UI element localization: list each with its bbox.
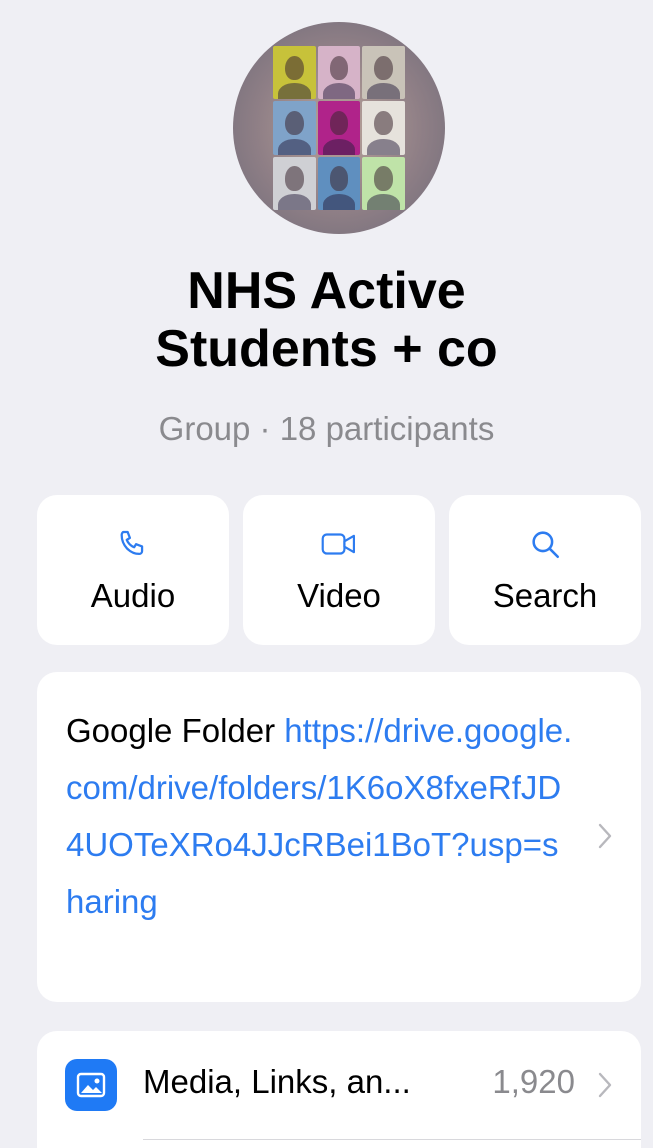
search-label: Search bbox=[492, 577, 598, 614]
group-name: NHS Active Students + co bbox=[155, 262, 498, 378]
group-description: Google Folder https://drive.google.com/d… bbox=[66, 702, 576, 930]
group-participants: Group · 18 participants bbox=[158, 410, 495, 447]
photo-icon bbox=[65, 1059, 117, 1111]
search-icon bbox=[526, 525, 564, 563]
video-call-button[interactable]: Video bbox=[243, 495, 435, 645]
audio-label: Audio bbox=[90, 577, 176, 614]
avatar-tile bbox=[362, 46, 405, 100]
chevron-right-icon bbox=[598, 823, 612, 849]
row-divider bbox=[143, 1139, 641, 1140]
avatar-tile bbox=[317, 101, 361, 155]
audio-call-button[interactable]: Audio bbox=[37, 495, 229, 645]
avatar-tile bbox=[362, 101, 405, 155]
avatar-tile bbox=[317, 156, 361, 210]
media-links-docs-row[interactable]: Media, Links, an... 1,920 bbox=[37, 1031, 641, 1139]
media-label: Media, Links, an... bbox=[143, 1063, 411, 1100]
search-button[interactable]: Search bbox=[449, 495, 641, 645]
avatar-tile bbox=[273, 46, 316, 100]
avatar-tile bbox=[317, 46, 361, 100]
avatar-tile bbox=[273, 101, 316, 155]
media-links-docs-card: Media, Links, an... 1,920 bbox=[37, 1031, 641, 1148]
video-label: Video bbox=[297, 577, 381, 614]
video-camera-icon bbox=[320, 525, 358, 563]
avatar-tile bbox=[273, 156, 316, 210]
avatar-tile bbox=[362, 156, 405, 210]
group-avatar[interactable] bbox=[233, 22, 445, 234]
group-description-card[interactable]: Google Folder https://drive.google.com/d… bbox=[37, 672, 641, 1002]
action-buttons: Audio Video Search bbox=[37, 495, 641, 645]
group-info-screen: NHS Active Students + co Group · 18 part… bbox=[0, 0, 653, 1148]
description-prefix: Google Folder bbox=[66, 712, 285, 749]
chevron-right-icon bbox=[598, 1072, 612, 1098]
avatar-collage bbox=[273, 46, 405, 210]
media-count: 1,920 bbox=[492, 1063, 575, 1100]
phone-icon bbox=[114, 525, 152, 563]
